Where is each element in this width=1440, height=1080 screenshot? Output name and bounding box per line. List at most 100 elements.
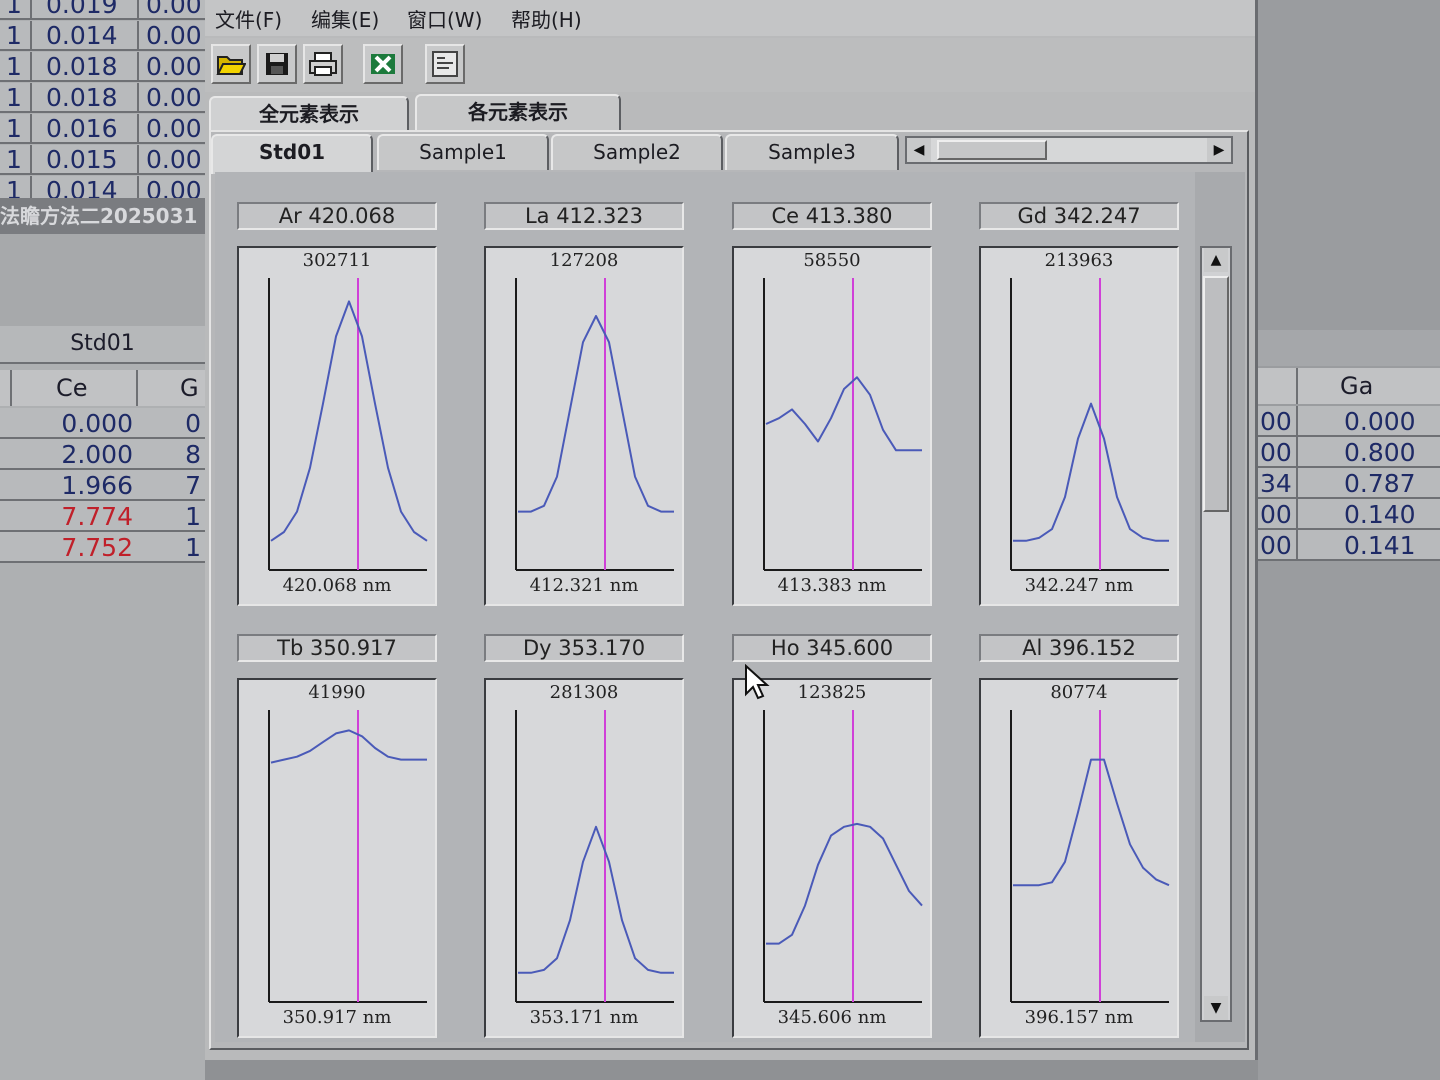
table-row[interactable]: 2.000 8 — [0, 439, 205, 470]
table-row[interactable]: 34 0.787 — [1258, 468, 1440, 499]
table-row[interactable]: 1 0.016 0.00 — [0, 114, 205, 144]
table-cell: 1 — [6, 52, 22, 81]
table-cell: 0.00 — [146, 145, 202, 174]
scroll-down-arrow-icon[interactable]: ▼ — [1204, 996, 1228, 1020]
table-row[interactable]: 1.966 7 — [0, 470, 205, 501]
table-cell: 1 — [6, 83, 22, 112]
chart-plot-area: 127208 412.321 nm — [484, 246, 684, 606]
cell-next-value: 8 — [185, 440, 201, 469]
tab-all-elements[interactable]: 全元素表示 — [209, 96, 409, 132]
vertical-scrollbar[interactable]: ▲ ▼ — [1200, 246, 1232, 1022]
chart-plot-area: 80774 396.157 nm — [979, 678, 1179, 1038]
tab-scroll-thumb[interactable] — [937, 140, 1047, 160]
column-separator — [30, 83, 32, 113]
column-separator — [30, 145, 32, 175]
column-separator — [10, 370, 12, 406]
chart-title: La 412.323 — [484, 202, 684, 230]
table-cell: 0.018 — [46, 52, 118, 81]
spectrum-line — [518, 825, 674, 974]
column-separator — [1296, 499, 1298, 530]
folder-open-icon — [216, 56, 246, 75]
pdf-icon — [432, 51, 458, 77]
spectrum-svg — [763, 278, 922, 571]
table-row[interactable]: 1 0.018 0.00 — [0, 52, 205, 82]
spectrum-svg — [1010, 710, 1170, 1003]
menu-window[interactable]: 窗口(W) — [407, 4, 482, 33]
column-separator — [137, 0, 139, 20]
tab-each-element[interactable]: 各元素表示 — [415, 94, 621, 130]
background-left-table: 1 0.019 0.00 1 0.014 0.00 1 0.018 0.00 1 0.018 0.00… — [0, 0, 205, 1080]
column-separator — [30, 52, 32, 82]
chart-plot-area: 213963 342.247 nm — [979, 246, 1179, 606]
menu-help[interactable]: 帮助(H) — [511, 4, 582, 33]
cell-prev-value: 34 — [1260, 469, 1292, 498]
spectrum-svg — [1010, 278, 1169, 571]
table-cell: 0.019 — [46, 0, 118, 19]
center-wavelength-label: 353.171 nm — [529, 1007, 639, 1028]
column-separator — [30, 21, 32, 51]
open-button[interactable] — [211, 44, 251, 84]
center-wavelength-label: 342.247 nm — [1024, 575, 1134, 596]
cell-prev-value: 00 — [1260, 438, 1292, 467]
table-row[interactable]: 00 0.141 — [1258, 530, 1440, 561]
tab-scrollbar[interactable]: ◀ ▶ — [905, 136, 1233, 164]
cell-next-value: 0 — [185, 409, 201, 438]
column-separator — [137, 114, 139, 144]
column-separator — [137, 21, 139, 51]
column-header-ce[interactable]: Ce — [56, 370, 88, 406]
table-header: Ce G — [0, 370, 205, 406]
table-row[interactable]: 1 0.015 0.00 — [0, 145, 205, 175]
column-header-ga[interactable]: Ga — [1340, 368, 1373, 404]
cell-ga-value: 0.140 — [1344, 500, 1416, 529]
table-cell: 0.00 — [146, 0, 202, 19]
column-separator — [137, 52, 139, 82]
cell-ga-value: 0.787 — [1344, 469, 1416, 498]
tab-sample2[interactable]: Sample2 — [551, 134, 723, 170]
background-gap — [0, 234, 205, 326]
excel-icon — [371, 54, 395, 74]
menu-edit[interactable]: 编集(E) — [311, 4, 379, 33]
print-button[interactable] — [303, 44, 343, 84]
background-window-title: 法瞻方法二2025031 — [0, 198, 205, 234]
center-wavelength-label: 396.157 nm — [1024, 1007, 1134, 1028]
spectrum-line — [518, 315, 674, 513]
vertical-scroll-thumb[interactable] — [1203, 276, 1229, 512]
table-row[interactable]: 1 0.014 0.00 — [0, 21, 205, 51]
table-row[interactable]: 1 0.018 0.00 — [0, 83, 205, 113]
tab-sample1[interactable]: Sample1 — [377, 134, 549, 170]
toolbar — [205, 38, 1255, 92]
save-button[interactable] — [257, 44, 297, 84]
scroll-up-arrow-icon[interactable]: ▲ — [1204, 248, 1228, 272]
table-row[interactable]: 7.752 1 — [0, 532, 205, 563]
table-cell: 0.018 — [46, 83, 118, 112]
table-row[interactable]: 1 0.019 0.00 — [0, 0, 205, 20]
menu-file[interactable]: 文件(F) — [215, 4, 282, 33]
background-band — [1258, 330, 1440, 366]
cell-ga-value: 0.800 — [1344, 438, 1416, 467]
table-header: Ga — [1258, 368, 1440, 404]
chart-title: Ho 345.600 — [732, 634, 932, 662]
spectrum-line — [270, 300, 428, 542]
pdf-export-button[interactable] — [425, 44, 465, 84]
scroll-left-arrow-icon[interactable]: ◀ — [907, 138, 931, 162]
tab-sample3[interactable]: Sample3 — [725, 134, 899, 170]
table-row[interactable]: 0.000 0 — [0, 408, 205, 439]
table-row[interactable]: 00 0.140 — [1258, 499, 1440, 530]
spectrum-line — [270, 729, 427, 764]
center-wavelength-label: 413.383 nm — [777, 575, 887, 596]
table-cell: 0.00 — [146, 52, 202, 81]
table-row[interactable]: 00 0.000 — [1258, 406, 1440, 437]
tab-std01[interactable]: Std01 — [211, 134, 373, 174]
excel-export-button[interactable] — [363, 44, 403, 84]
table-row[interactable]: 00 0.800 — [1258, 437, 1440, 468]
printer-icon — [309, 52, 337, 76]
chart-plot-area: 302711 420.068 nm — [237, 246, 437, 606]
table-row[interactable]: 7.774 1 — [0, 501, 205, 532]
cell-ga-value: 0.000 — [1344, 407, 1416, 436]
cell-prev-value: 00 — [1260, 531, 1292, 560]
std-label: Std01 — [0, 326, 205, 364]
cell-prev-value: 00 — [1260, 407, 1292, 436]
column-header-next[interactable]: G — [180, 370, 199, 406]
scroll-right-arrow-icon[interactable]: ▶ — [1207, 138, 1231, 162]
table-cell: 0.015 — [46, 145, 118, 174]
